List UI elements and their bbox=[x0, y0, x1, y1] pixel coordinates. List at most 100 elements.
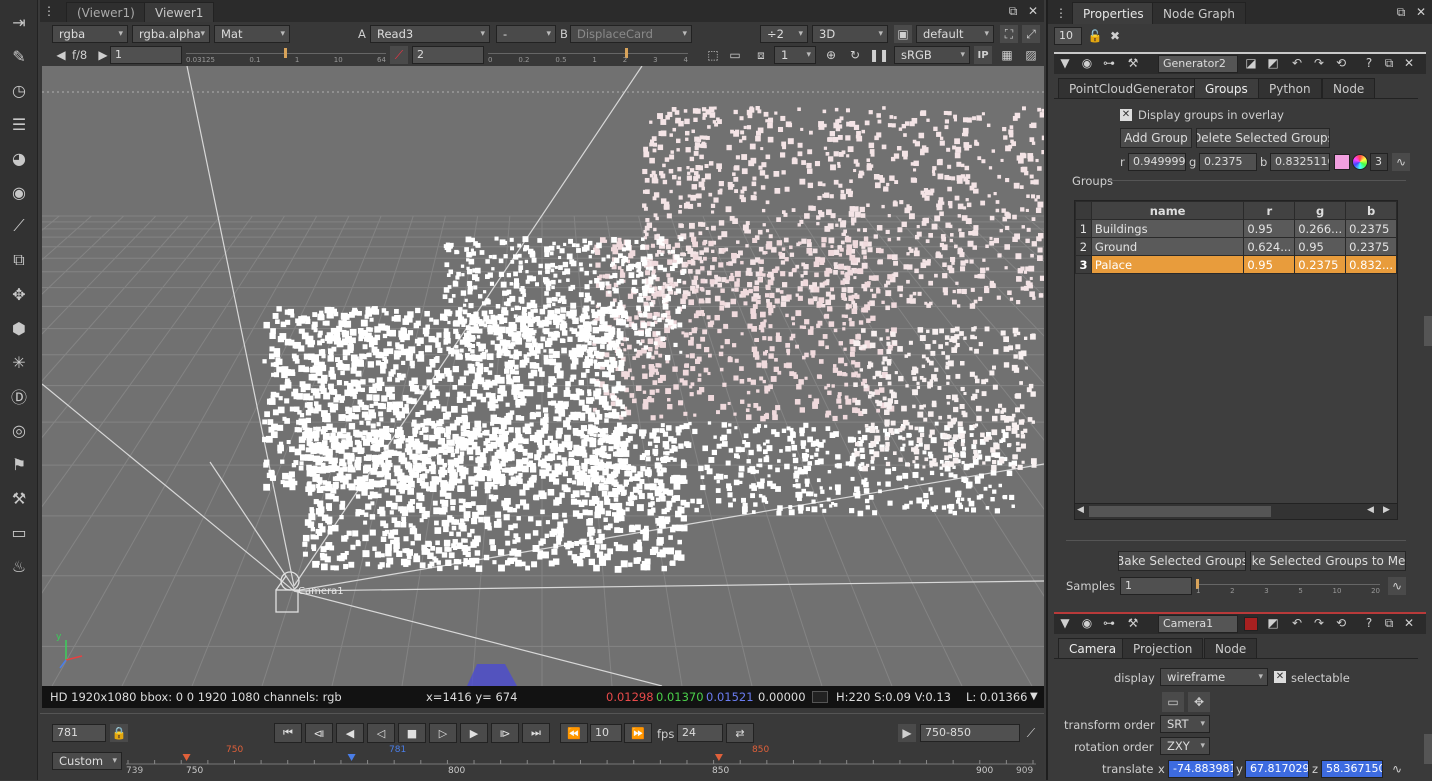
particles-icon[interactable]: ✳ bbox=[7, 350, 31, 374]
prev-frame-button[interactable]: ◀ bbox=[336, 723, 364, 743]
b-field[interactable]: 0.8325116 bbox=[1270, 153, 1330, 171]
viewer-canvas[interactable]: Camera1 y bbox=[42, 66, 1044, 686]
fit-icon[interactable]: ⛶ bbox=[1000, 25, 1018, 43]
prev-stop-icon[interactable]: ◀ bbox=[52, 46, 70, 64]
camera-name-field[interactable]: Camera1 bbox=[1158, 615, 1238, 633]
tab-viewer1[interactable]: Viewer1 bbox=[144, 2, 214, 22]
gamma-field[interactable]: 2 bbox=[412, 46, 484, 64]
deep-icon[interactable]: Ⓓ bbox=[7, 384, 31, 408]
header-r[interactable]: r bbox=[1244, 202, 1295, 220]
color-icon[interactable]: ◕ bbox=[7, 146, 31, 170]
viewer-icon[interactable]: ◉ bbox=[1078, 614, 1096, 632]
close-icon[interactable]: ✕ bbox=[1412, 3, 1430, 21]
horizontal-scrollbar[interactable]: ◀ ◀ ▶ bbox=[1075, 503, 1397, 519]
current-frame-field[interactable]: 781 bbox=[52, 724, 106, 742]
other-icon[interactable]: ▭ bbox=[7, 520, 31, 544]
scroll-right-icon[interactable]: ▶ bbox=[1383, 505, 1390, 515]
tab-pointcloudgenerator[interactable]: PointCloudGenerator bbox=[1058, 78, 1205, 98]
revert-icon[interactable]: ⟲ bbox=[1332, 614, 1350, 632]
draw-icon[interactable]: ✎ bbox=[7, 44, 31, 68]
cell-g[interactable]: 0.95 bbox=[1295, 238, 1346, 256]
help-icon[interactable]: ? bbox=[1360, 54, 1378, 72]
grip-icon[interactable]: ⋮ bbox=[1052, 4, 1070, 22]
float-panel-icon[interactable]: ⧉ bbox=[1380, 54, 1398, 72]
pause-icon[interactable]: ❚❚ bbox=[870, 46, 888, 64]
header-g[interactable]: g bbox=[1295, 202, 1346, 220]
display-overlay-checkbox[interactable]: ✕ bbox=[1120, 109, 1132, 121]
info-menu-icon[interactable]: ▼ bbox=[1030, 686, 1038, 708]
playback-mode-button[interactable]: ⇄ bbox=[726, 723, 754, 743]
cell-g[interactable]: 0.2375 bbox=[1295, 256, 1346, 274]
color-swatch[interactable] bbox=[1334, 154, 1350, 170]
cell-name[interactable]: Palace bbox=[1091, 256, 1243, 274]
proxy-dropdown[interactable]: ÷2 bbox=[760, 25, 808, 43]
translate-y-field[interactable]: 67.817029 bbox=[1245, 760, 1309, 778]
curve-icon[interactable]: ∿ bbox=[1392, 153, 1410, 171]
cell-r[interactable]: 0.624... bbox=[1244, 238, 1295, 256]
gain-slider[interactable]: 0.031250.111064 bbox=[186, 46, 386, 64]
delete-groups-button[interactable]: Delete Selected Groups bbox=[1196, 128, 1330, 148]
fstop-label[interactable]: f/8 bbox=[72, 48, 87, 62]
header-b[interactable]: b bbox=[1346, 202, 1397, 220]
rotation-order-dropdown[interactable]: ZXY bbox=[1160, 737, 1210, 755]
play-forward-button[interactable]: ▷ bbox=[429, 723, 457, 743]
transform-order-dropdown[interactable]: SRT bbox=[1160, 715, 1210, 733]
range-mode-dropdown[interactable]: Custom bbox=[52, 752, 122, 770]
panel-scrollbar[interactable] bbox=[1424, 734, 1432, 764]
matte-dropdown[interactable]: Mat bbox=[214, 25, 290, 43]
r-field[interactable]: 0.9499999 bbox=[1128, 153, 1186, 171]
folder-icon[interactable]: ▭ bbox=[1162, 692, 1184, 712]
lut-dropdown[interactable]: default bbox=[916, 25, 994, 43]
zebra-icon[interactable]: ▨ bbox=[1022, 46, 1040, 64]
collapse-icon[interactable]: ▼ bbox=[1056, 614, 1074, 632]
frame-step-dropdown[interactable]: 1 bbox=[774, 46, 816, 64]
camera-lock-icon[interactable]: ▣ bbox=[894, 25, 912, 43]
tab-camera[interactable]: Camera bbox=[1058, 638, 1127, 658]
generator-name-field[interactable]: Generator2 bbox=[1158, 55, 1238, 73]
viewer-icon[interactable]: ◉ bbox=[1078, 54, 1096, 72]
alpha-dropdown[interactable]: rgba.alpha bbox=[132, 25, 210, 43]
toolsets-icon[interactable]: ⚒ bbox=[7, 486, 31, 510]
cell-r[interactable]: 0.95 bbox=[1244, 256, 1295, 274]
table-row[interactable]: 1 Buildings 0.95 0.266... 0.2375 bbox=[1076, 220, 1397, 238]
prev-keyframe-button[interactable]: ⧏ bbox=[305, 723, 333, 743]
metadata-icon[interactable]: ⚑ bbox=[7, 452, 31, 476]
skip-field[interactable]: 10 bbox=[590, 724, 622, 742]
table-row-selected[interactable]: 3 Palace 0.95 0.2375 0.832... bbox=[1076, 256, 1397, 274]
redo-icon[interactable]: ↷ bbox=[1310, 614, 1328, 632]
cell-r[interactable]: 0.95 bbox=[1244, 220, 1295, 238]
scrollbar-thumb[interactable] bbox=[1089, 506, 1271, 517]
redo-icon[interactable]: ↷ bbox=[1310, 54, 1328, 72]
color-wheel-icon[interactable] bbox=[1352, 154, 1368, 170]
fullscreen-icon[interactable]: ⤢ bbox=[1022, 25, 1040, 43]
filter-icon[interactable]: ◉ bbox=[7, 180, 31, 204]
frame-range-field[interactable]: 750-850 bbox=[920, 724, 1020, 742]
undo-icon[interactable]: ↶ bbox=[1288, 54, 1306, 72]
roi-icon[interactable]: ⬚ bbox=[704, 46, 722, 64]
tab-properties[interactable]: Properties bbox=[1072, 2, 1155, 24]
target-icon[interactable]: ⊕ bbox=[822, 46, 840, 64]
merge-icon[interactable]: ⧉ bbox=[7, 248, 31, 272]
views-icon[interactable]: ◎ bbox=[7, 418, 31, 442]
tab-node[interactable]: Node bbox=[1204, 638, 1257, 658]
translate-x-field[interactable]: -74.883981 bbox=[1168, 760, 1234, 778]
tab-node[interactable]: Node bbox=[1322, 78, 1375, 98]
translate-z-field[interactable]: 58.3671504 bbox=[1321, 760, 1383, 778]
3d-icon[interactable]: ⬢ bbox=[7, 316, 31, 340]
close-icon[interactable]: ✕ bbox=[1024, 2, 1042, 20]
first-frame-button[interactable]: ⏮ bbox=[274, 723, 302, 743]
refresh-icon[interactable]: ↻ bbox=[846, 46, 864, 64]
translate-curve-icon[interactable]: ∿ bbox=[1388, 760, 1406, 778]
cell-b[interactable]: 0.2375 bbox=[1346, 238, 1397, 256]
add-group-button[interactable]: Add Group bbox=[1120, 128, 1192, 148]
node-color-swatch[interactable] bbox=[1244, 617, 1258, 631]
ip-button[interactable]: IP bbox=[974, 46, 992, 64]
selectable-checkbox[interactable]: ✕ bbox=[1274, 671, 1286, 683]
a-input-dropdown[interactable]: Read3 bbox=[370, 25, 490, 43]
color-chip2-icon[interactable]: ◩ bbox=[1264, 54, 1282, 72]
cell-name[interactable]: Ground bbox=[1091, 238, 1243, 256]
next-keyframe-button[interactable]: ⧐ bbox=[491, 723, 519, 743]
view-mode-dropdown[interactable]: 3D bbox=[812, 25, 888, 43]
time-icon[interactable]: ◷ bbox=[7, 78, 31, 102]
colorspace-dropdown[interactable]: sRGB bbox=[894, 46, 970, 64]
